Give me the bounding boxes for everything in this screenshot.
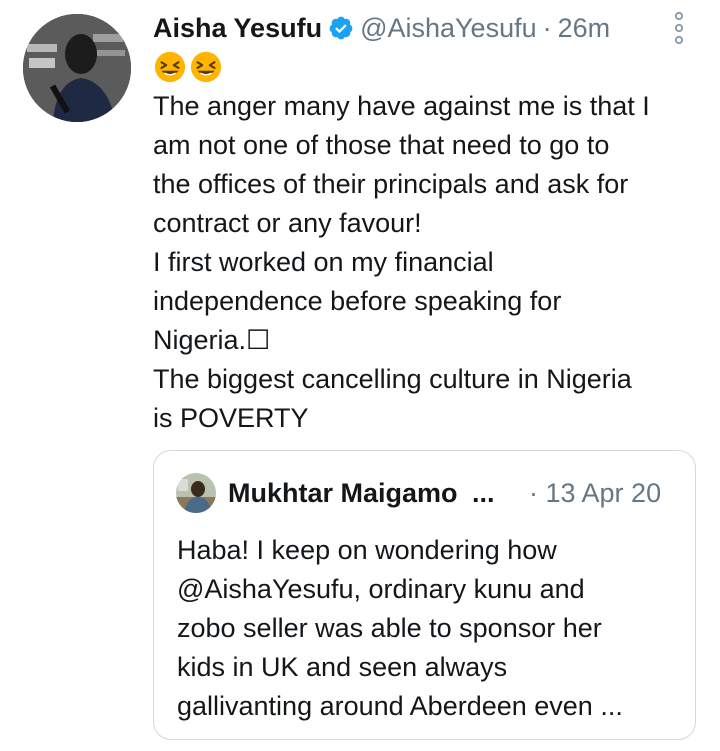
verified-badge-icon (329, 16, 353, 40)
author-avatar-image (23, 14, 131, 122)
tweet-text-line: contract or any favour! (153, 208, 422, 238)
quoted-tweet-card[interactable]: Mukhtar Maigamo ... · 13 Apr 20 Haba! I … (153, 450, 696, 740)
tweet-text-line: the offices of their principals and ask … (153, 169, 629, 199)
tweet-text: The anger many have against me is that I… (153, 87, 703, 438)
tweet-text-line: The biggest cancelling culture in Nigeri… (153, 364, 632, 394)
quoted-text-line: gallivanting around Aberdeen even ... (177, 691, 623, 721)
tweet-text-line: am not one of those that need to go to (153, 130, 610, 160)
tweet-text-line: is POVERTY (153, 403, 309, 433)
quoted-name-truncation: ... (472, 478, 495, 508)
separator-dot: · (542, 13, 552, 43)
more-options-icon[interactable] (672, 10, 686, 46)
quoted-tweet-text: Haba! I keep on wondering how @AishaYesu… (177, 531, 682, 726)
tweet-text-line: independence before speaking for (153, 286, 562, 316)
tweet-text-line: I first worked on my financial (153, 247, 494, 277)
tweet-text-line: The anger many have against me is that I (153, 91, 650, 121)
author-name[interactable]: Aisha Yesufu (153, 8, 322, 48)
quoted-tweet-timestamp: · 13 Apr 20 (529, 478, 662, 508)
quoted-text-line: kids in UK and seen always (177, 652, 508, 682)
quoted-author-avatar-image (176, 473, 216, 513)
quoted-author-avatar[interactable] (176, 473, 216, 513)
emoji-row (153, 50, 223, 86)
quoted-text-line: Haba! I keep on wondering how (177, 535, 557, 565)
quoted-text-line: zobo seller was able to sponsor her (177, 613, 602, 643)
author-handle[interactable]: @AishaYesufu (360, 8, 537, 48)
tweet-timestamp[interactable]: 26m (558, 8, 611, 48)
laughing-face-icon (154, 51, 186, 83)
laughing-face-icon (190, 51, 222, 83)
quoted-author-name: Mukhtar Maigamo (228, 478, 458, 508)
quoted-text-line: @AishaYesufu, ordinary kunu and (177, 574, 585, 604)
tweet-header: Aisha Yesufu @AishaYesufu · 26m (153, 8, 693, 48)
tweet-text-line: Nigeria.☐ (153, 325, 271, 355)
author-avatar[interactable] (23, 14, 131, 122)
